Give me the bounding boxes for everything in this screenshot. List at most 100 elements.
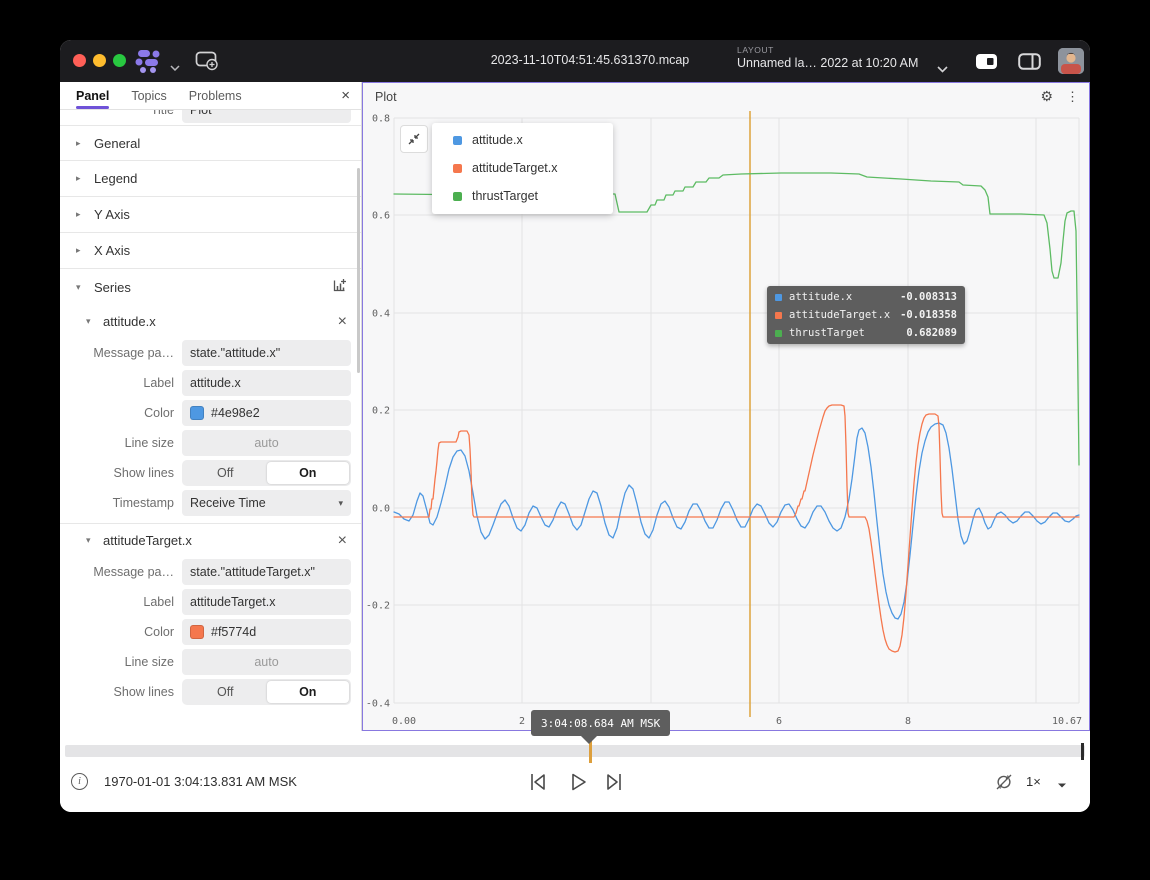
color-label: Color bbox=[76, 406, 174, 420]
message-path-row: Message pa… state."attitudeTarget.x" bbox=[60, 557, 361, 587]
section-y-axis[interactable]: ▸ Y Axis bbox=[60, 197, 361, 233]
label-input[interactable]: attitudeTarget.x bbox=[182, 589, 351, 615]
show-lines-row: Show lines Off On bbox=[60, 677, 361, 707]
playback-speed[interactable]: 1× bbox=[1026, 774, 1041, 789]
series-line-attitudeTarget.x bbox=[394, 405, 1079, 652]
message-path-label: Message pa… bbox=[76, 346, 174, 360]
chevron-down-icon: ▾ bbox=[76, 282, 85, 293]
loop-toggle-icon[interactable] bbox=[994, 772, 1014, 797]
remove-series-icon[interactable]: × bbox=[338, 314, 347, 330]
color-row: Color #f5774d bbox=[60, 617, 361, 647]
legend-item-thrust-target[interactable]: thrustTarget bbox=[432, 182, 613, 210]
show-lines-toggle: Off On bbox=[182, 679, 351, 705]
tab-problems[interactable]: Problems bbox=[189, 82, 242, 109]
label-row: Label attitudeTarget.x bbox=[60, 587, 361, 617]
chevron-right-icon: ▸ bbox=[76, 209, 85, 220]
playback-controls: i 1970-01-01 3:04:13.831 AM MSK bbox=[60, 762, 1090, 812]
x-axis-tick-label: 2 bbox=[519, 716, 525, 727]
timestamp-select[interactable]: Receive Time ▾ bbox=[182, 490, 351, 516]
plot-panel: Plot ⚙ ⋮ 0.80.60.40.20.0-0.2-0.40.002468… bbox=[362, 82, 1090, 731]
color-hex: #4e98e2 bbox=[211, 406, 260, 420]
tab-panel[interactable]: Panel bbox=[76, 82, 109, 109]
plot-legend: attitude.x attitudeTarget.x thrustTarget bbox=[432, 123, 613, 214]
series-color-swatch bbox=[775, 294, 782, 301]
legend-item-attitude-x[interactable]: attitude.x bbox=[432, 126, 613, 154]
color-swatch[interactable] bbox=[190, 625, 204, 639]
app-menu-chevron-icon[interactable] bbox=[170, 58, 180, 76]
series-color-swatch bbox=[775, 312, 782, 319]
legend-collapse-button[interactable] bbox=[400, 125, 428, 153]
section-legend-label: Legend bbox=[94, 171, 137, 186]
section-legend[interactable]: ▸ Legend bbox=[60, 161, 361, 197]
series-header[interactable]: ▾ attitudeTarget.x × bbox=[60, 524, 361, 557]
close-window-button[interactable] bbox=[73, 54, 86, 67]
layout-name: Unnamed la… 2022 at 10:20 AM bbox=[737, 56, 918, 70]
x-axis-tick-label: 6 bbox=[776, 716, 782, 727]
section-series-label: Series bbox=[94, 280, 131, 295]
foxglove-logo-icon[interactable] bbox=[132, 47, 166, 80]
section-x-axis-label: X Axis bbox=[94, 243, 130, 258]
layout-caption: LAYOUT bbox=[737, 45, 918, 55]
left-sidebar-toggle-icon[interactable] bbox=[975, 53, 998, 75]
user-avatar[interactable] bbox=[1058, 48, 1084, 74]
tooltip-series-value: -0.008313 bbox=[900, 291, 957, 303]
speed-chevron-icon[interactable] bbox=[1057, 776, 1067, 794]
color-swatch[interactable] bbox=[190, 406, 204, 420]
legend-label: attitudeTarget.x bbox=[472, 161, 557, 175]
seek-forward-button[interactable] bbox=[604, 771, 624, 798]
tooltip-row: attitudeTarget.x -0.018358 bbox=[767, 306, 965, 324]
hover-value-tooltip: attitude.x -0.008313 attitudeTarget.x -0… bbox=[767, 286, 965, 344]
message-path-input[interactable]: state."attitude.x" bbox=[182, 340, 351, 366]
chevron-right-icon: ▸ bbox=[76, 138, 85, 149]
play-button[interactable] bbox=[568, 771, 588, 798]
title-field[interactable]: Plot bbox=[182, 110, 351, 123]
close-sidebar-icon[interactable]: × bbox=[341, 88, 350, 103]
seek-backward-button[interactable] bbox=[528, 771, 548, 798]
add-panel-icon[interactable] bbox=[195, 51, 219, 76]
show-lines-off-button[interactable]: Off bbox=[184, 681, 267, 703]
info-icon[interactable]: i bbox=[71, 773, 88, 790]
layout-selector[interactable]: LAYOUT Unnamed la… 2022 at 10:20 AM bbox=[737, 45, 918, 70]
section-general[interactable]: ▸ General bbox=[60, 125, 361, 161]
tooltip-row: thrustTarget 0.682089 bbox=[767, 324, 965, 342]
show-lines-on-button[interactable]: On bbox=[267, 681, 350, 703]
chevron-right-icon: ▸ bbox=[76, 245, 85, 256]
app-window: 2023-11-10T04:51:45.631370.mcap LAYOUT U… bbox=[60, 40, 1090, 812]
sidebar-scrollbar[interactable] bbox=[357, 168, 360, 373]
legend-item-attitude-target-x[interactable]: attitudeTarget.x bbox=[432, 154, 613, 182]
color-input[interactable]: #4e98e2 bbox=[182, 400, 351, 426]
x-axis-tick-label: 10.67 bbox=[1052, 716, 1082, 727]
sidebar-tabbar: Panel Topics Problems × bbox=[60, 82, 361, 110]
show-lines-toggle: Off On bbox=[182, 460, 351, 486]
section-x-axis[interactable]: ▸ X Axis bbox=[60, 233, 361, 269]
series-color-swatch bbox=[453, 136, 462, 145]
add-series-icon[interactable] bbox=[332, 278, 347, 296]
message-path-input[interactable]: state."attitudeTarget.x" bbox=[182, 559, 351, 585]
minimize-window-button[interactable] bbox=[93, 54, 106, 67]
show-lines-off-button[interactable]: Off bbox=[184, 462, 267, 484]
timeline-end-marker bbox=[1081, 743, 1084, 760]
zoom-window-button[interactable] bbox=[113, 54, 126, 67]
tab-topics[interactable]: Topics bbox=[131, 82, 166, 109]
timeline-scrubber[interactable] bbox=[65, 745, 1085, 757]
tooltip-series-value: 0.682089 bbox=[906, 327, 957, 339]
chevron-right-icon: ▸ bbox=[76, 173, 85, 184]
line-size-input[interactable]: auto bbox=[182, 649, 351, 675]
label-input[interactable]: attitude.x bbox=[182, 370, 351, 396]
right-sidebar-toggle-icon[interactable] bbox=[1018, 53, 1041, 75]
collapse-arrows-icon bbox=[407, 132, 421, 146]
x-axis-tick-label: 8 bbox=[905, 716, 911, 727]
show-lines-on-button[interactable]: On bbox=[267, 462, 350, 484]
line-size-row: Line size auto bbox=[60, 647, 361, 677]
section-series[interactable]: ▾ Series bbox=[60, 269, 361, 305]
y-axis-tick-label: 0.2 bbox=[372, 406, 390, 417]
series-color-swatch bbox=[453, 192, 462, 201]
color-input[interactable]: #f5774d bbox=[182, 619, 351, 645]
sidebar-scroll-area: Title Plot ▸ General ▸ Legend ▸ Y Axis bbox=[60, 110, 361, 731]
remove-series-icon[interactable]: × bbox=[338, 533, 347, 549]
series-header[interactable]: ▾ attitude.x × bbox=[60, 305, 361, 338]
label-label: Label bbox=[76, 376, 174, 390]
series-block-attitude-x: ▾ attitude.x × Message pa… state."attitu… bbox=[60, 305, 361, 518]
series-block-attitude-target-x: ▾ attitudeTarget.x × Message pa… state."… bbox=[60, 523, 361, 707]
line-size-input[interactable]: auto bbox=[182, 430, 351, 456]
